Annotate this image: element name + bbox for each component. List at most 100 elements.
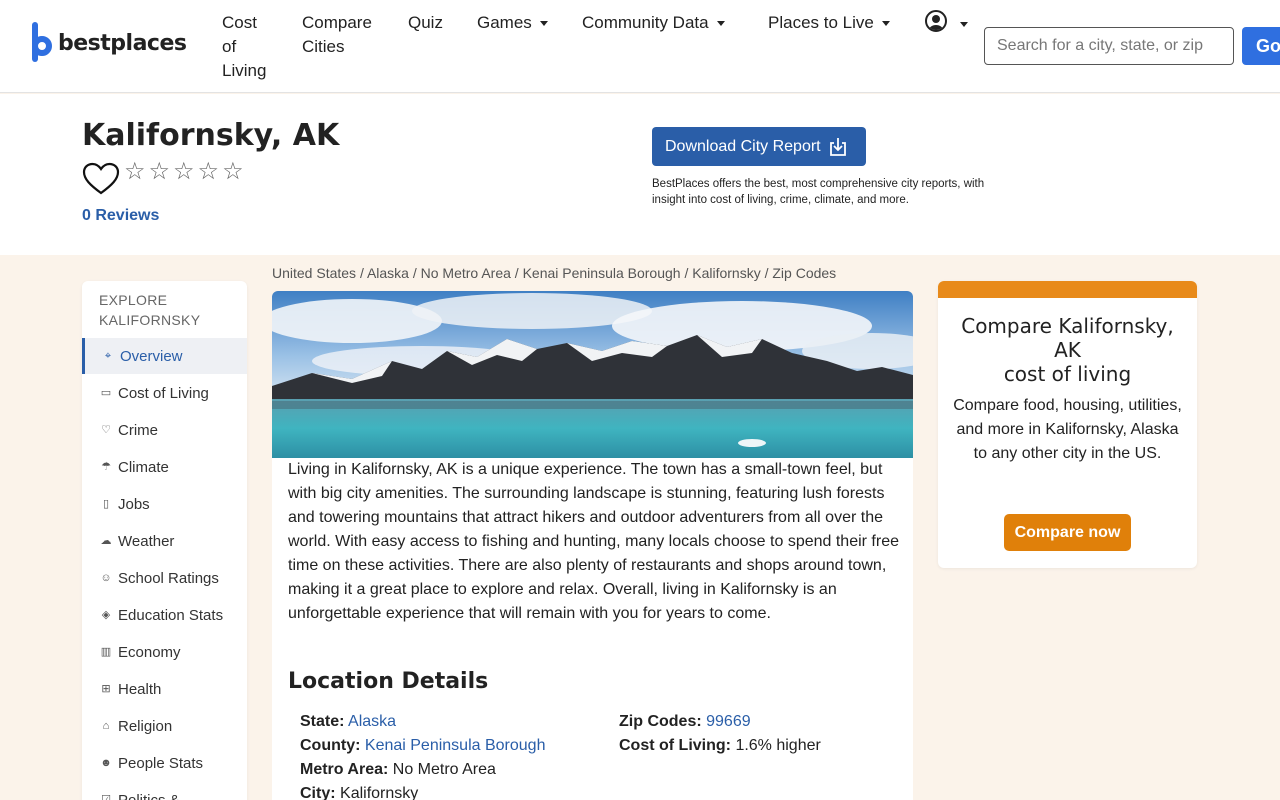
compare-cost-card: Compare Kalifornsky, AK cost of living C… xyxy=(938,281,1197,568)
nav-label: Community Data xyxy=(582,13,709,32)
explore-sidebar: EXPLORE KALIFORNSKY ⌖ Overview ▭ Cost of L… xyxy=(82,281,247,800)
detail-value: 1.6% higher xyxy=(735,737,821,754)
sidebar-item-label: Economy xyxy=(118,643,181,661)
nav-label-line: Living xyxy=(222,61,267,80)
detail-cost-of-living: Cost of Living: 1.6% higher xyxy=(619,734,821,758)
sidebar-item-label: Jobs xyxy=(118,495,150,513)
card-accent-bar xyxy=(938,281,1197,298)
sidebar-item-label: Religion xyxy=(118,717,173,735)
detail-zip-codes: Zip Codes: 99669 xyxy=(619,710,751,734)
rating-stars[interactable]: ☆ ☆ ☆ ☆ ☆ xyxy=(124,160,244,184)
bestplaces-logo[interactable]: bestplaces xyxy=(30,22,187,64)
medical-kit-icon: ⊞ xyxy=(101,683,111,695)
vote-icon: ☑ xyxy=(101,794,111,800)
sidebar-item-label: Health xyxy=(118,680,162,698)
sidebar-item-weather[interactable]: ☁ Weather xyxy=(82,523,247,559)
breadcrumb[interactable]: United States / Alaska / No Metro Area /… xyxy=(272,265,836,281)
detail-label: Zip Codes: xyxy=(619,713,702,730)
sidebar-item-jobs[interactable]: ▯ Jobs xyxy=(82,486,247,522)
sidebar-item-health[interactable]: ⊞ Health xyxy=(82,671,247,707)
chevron-down-icon xyxy=(539,21,548,27)
sidebar-item-label: Climate xyxy=(118,458,169,476)
county-link[interactable]: Kenai Peninsula Borough xyxy=(365,737,546,754)
sidebar-item-label: People Stats xyxy=(118,754,204,772)
sidebar-item-people-stats[interactable]: ☻ People Stats xyxy=(82,745,247,781)
top-navbar: bestplaces Cost of Living Compare Cities… xyxy=(0,0,1280,93)
graduation-cap-icon: ◈ xyxy=(101,609,111,621)
city-intro-paragraph: Living in Kalifornsky, AK is a unique ex… xyxy=(288,461,899,622)
title-line: cost of living xyxy=(1003,362,1132,386)
sidebar-item-school-ratings[interactable]: ☺ School Ratings xyxy=(82,560,247,596)
star-empty-icon[interactable]: ☆ xyxy=(198,160,220,184)
sidebar-heading: EXPLORE KALIFORNSKY xyxy=(99,292,201,328)
nav-compare-cities[interactable]: Compare Cities xyxy=(302,11,372,59)
detail-label: City: xyxy=(300,785,336,800)
heart-favorite-icon[interactable] xyxy=(82,162,120,196)
state-link[interactable]: Alaska xyxy=(348,713,396,730)
reviews-link[interactable]: 0 Reviews xyxy=(82,207,159,225)
logo-mark-icon xyxy=(30,22,52,64)
download-description: BestPlaces offers the best, most compreh… xyxy=(652,178,985,206)
title-line: Compare Kalifornsky, xyxy=(961,314,1174,338)
download-button-label: Download City Report xyxy=(665,137,821,155)
compare-card-description: Compare food, housing, utilities, and mo… xyxy=(953,397,1182,462)
bank-icon: ▥ xyxy=(100,646,112,658)
nav-quiz[interactable]: Quiz xyxy=(408,11,443,35)
detail-city: City: Kalifornsky xyxy=(300,782,418,800)
download-city-report-button[interactable]: Download City Report xyxy=(652,127,866,166)
chevron-down-icon xyxy=(716,21,725,27)
title-line: AK xyxy=(1054,338,1081,362)
detail-state: State: Alaska xyxy=(300,710,396,734)
umbrella-icon: ☂ xyxy=(101,461,111,473)
shield-icon: ♡ xyxy=(101,424,111,436)
sidebar-item-education-stats[interactable]: ◈ Education Stats xyxy=(82,597,247,633)
sidebar-item-label: Education Stats xyxy=(118,606,224,624)
church-icon: ⌂ xyxy=(102,720,110,732)
detail-county: County: Kenai Peninsula Borough xyxy=(300,734,545,758)
sidebar-item-label: Politics & xyxy=(118,791,180,800)
user-account-icon[interactable] xyxy=(925,10,947,32)
sidebar-item-cost-of-living[interactable]: ▭ Cost of Living xyxy=(82,375,247,411)
sidebar-item-label: Crime xyxy=(118,421,158,439)
compare-now-button[interactable]: Compare now xyxy=(1004,514,1131,551)
download-icon xyxy=(829,137,846,156)
sidebar-item-economy[interactable]: ▥ Economy xyxy=(82,634,247,670)
clipboard-icon: ▯ xyxy=(102,498,110,510)
star-empty-icon[interactable]: ☆ xyxy=(222,160,244,184)
star-empty-icon[interactable]: ☆ xyxy=(173,160,195,184)
nav-community-data-dropdown[interactable]: Community Data xyxy=(582,11,725,35)
sidebar-item-overview[interactable]: ⌖ Overview xyxy=(82,338,247,374)
sidebar-item-label: Cost of Living xyxy=(118,384,209,402)
detail-label: Metro Area: xyxy=(300,761,389,778)
map-pin-icon: ⌖ xyxy=(104,350,112,362)
star-empty-icon[interactable]: ☆ xyxy=(124,160,146,184)
city-header: Kalifornsky, AK ☆ ☆ ☆ ☆ ☆ 0 Reviews Down… xyxy=(0,94,1280,255)
zip-code-link[interactable]: 99669 xyxy=(706,713,751,730)
detail-label: County: xyxy=(300,737,361,754)
detail-label: Cost of Living: xyxy=(619,737,731,754)
nav-games-dropdown[interactable]: Games xyxy=(477,11,548,35)
wallet-icon: ▭ xyxy=(100,387,112,399)
search-input[interactable] xyxy=(984,27,1234,65)
sidebar-item-climate[interactable]: ☂ Climate xyxy=(82,449,247,485)
nav-label-line: Compare xyxy=(302,13,372,32)
sidebar-item-religion[interactable]: ⌂ Religion xyxy=(82,708,247,744)
cloud-rain-icon: ☁ xyxy=(100,535,112,547)
chevron-down-icon xyxy=(881,21,890,27)
sidebar-item-crime[interactable]: ♡ Crime xyxy=(82,412,247,448)
go-button[interactable]: Go xyxy=(1242,27,1280,65)
logo-text: bestplaces xyxy=(58,30,187,56)
nav-cost-of-living[interactable]: Cost of Living xyxy=(222,11,266,83)
location-details-title: Location Details xyxy=(288,669,489,694)
detail-value: Kalifornsky xyxy=(340,785,419,800)
nav-places-to-live-dropdown[interactable]: Places to Live xyxy=(768,11,890,35)
hero-landscape-image xyxy=(272,291,913,458)
nav-label-line: of xyxy=(222,37,237,56)
nav-label-line: Cities xyxy=(302,37,345,56)
sidebar-item-label: Weather xyxy=(118,532,175,550)
chevron-down-icon[interactable] xyxy=(960,22,968,27)
nav-label-line: Cost xyxy=(222,13,257,32)
school-icon: ☺ xyxy=(100,572,112,584)
sidebar-item-politics[interactable]: ☑ Politics & xyxy=(82,782,247,800)
star-empty-icon[interactable]: ☆ xyxy=(149,160,171,184)
